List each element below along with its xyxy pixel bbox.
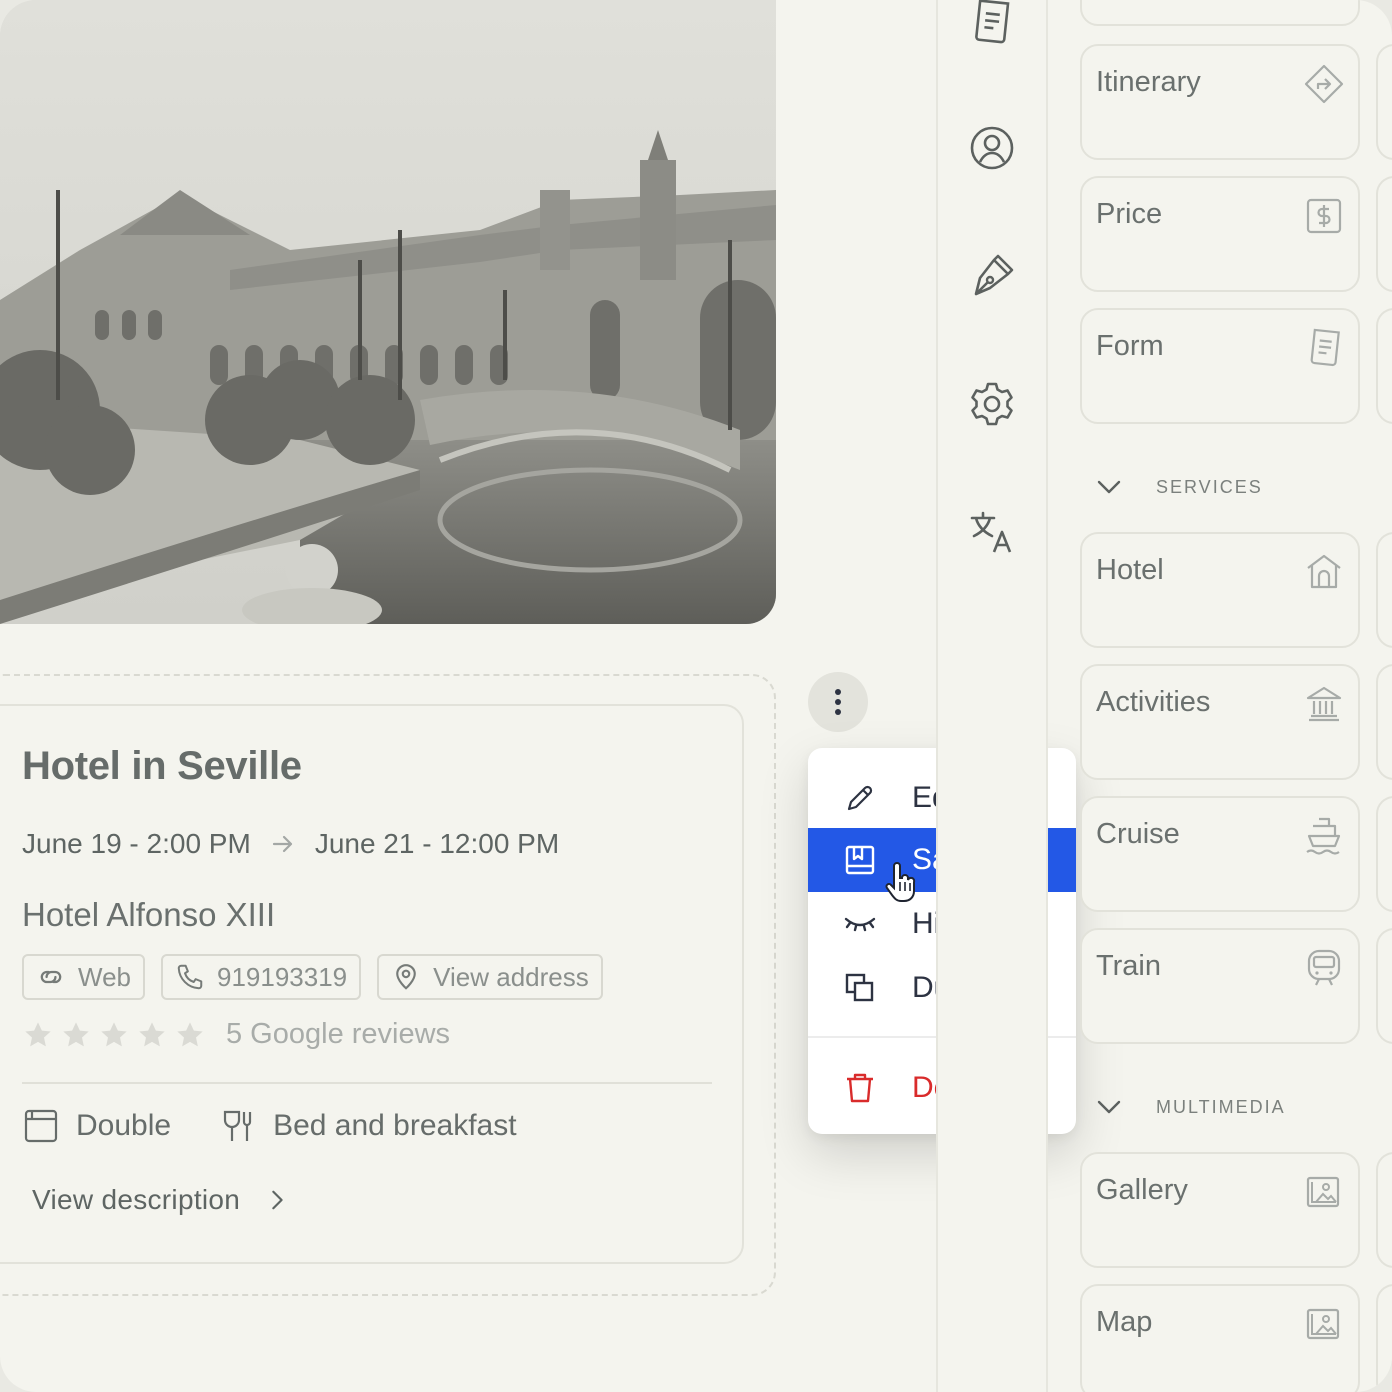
hotel-photo xyxy=(0,0,776,624)
tile-label: Gallery xyxy=(1096,1174,1188,1206)
tile-partial[interactable] xyxy=(1080,0,1360,26)
tile-activities[interactable]: Activities xyxy=(1080,664,1360,780)
star-icon xyxy=(25,1021,51,1046)
star-icon xyxy=(101,1021,127,1046)
tile-edge[interactable] xyxy=(1376,308,1392,424)
tile-edge[interactable] xyxy=(1376,1284,1392,1392)
contact-chips: Web 919193319 View address xyxy=(22,954,603,1000)
hotel-name: Hotel Alfonso XIII xyxy=(22,896,276,933)
tile-gallery[interactable]: Gallery xyxy=(1080,1152,1360,1268)
star-icon xyxy=(177,1021,203,1046)
tile-edge[interactable] xyxy=(1376,928,1392,1044)
tile-label: Train xyxy=(1096,950,1161,982)
stay-dates: June 19 - 2:00 PM June 21 - 12:00 PM xyxy=(22,828,559,860)
tile-price[interactable]: Price xyxy=(1080,176,1360,292)
check-out: June 21 - 12:00 PM xyxy=(314,828,560,859)
gear-icon[interactable] xyxy=(968,380,1016,428)
tile-edge[interactable] xyxy=(1376,1152,1392,1268)
chevron-down-icon xyxy=(1097,1100,1121,1114)
tile-edge[interactable] xyxy=(1376,664,1392,780)
directions-icon xyxy=(1304,64,1344,104)
house-icon xyxy=(1307,554,1341,589)
web-chip[interactable]: Web xyxy=(22,954,145,1000)
builder-canvas: Hotel in Seville June 19 - 2:00 PM June … xyxy=(0,0,1392,1392)
dollar-icon xyxy=(1306,198,1342,234)
tile-form[interactable]: Form xyxy=(1080,308,1360,424)
rating-stars: 5 Google reviews xyxy=(22,1018,450,1051)
tile-label: Hotel xyxy=(1096,554,1164,586)
image-icon xyxy=(1306,1176,1340,1208)
card-divider xyxy=(22,1082,712,1084)
chevron-down-icon xyxy=(1097,480,1121,494)
tile-edge[interactable] xyxy=(1376,176,1392,292)
tile-cruise[interactable]: Cruise xyxy=(1080,796,1360,912)
tile-itinerary[interactable]: Itinerary xyxy=(1080,44,1360,160)
view-description-label: View description xyxy=(32,1184,241,1215)
link-icon xyxy=(40,970,62,984)
tile-edge[interactable] xyxy=(1376,532,1392,648)
tile-label: Itinerary xyxy=(1096,66,1201,98)
tile-label: Cruise xyxy=(1096,818,1180,850)
tile-label: Map xyxy=(1096,1306,1153,1338)
tile-edge[interactable] xyxy=(1376,796,1392,912)
section-multimedia[interactable]: MULTIMEDIA xyxy=(1096,1094,1286,1120)
arrow-right-icon xyxy=(272,835,292,853)
tile-label: Activities xyxy=(1096,686,1211,718)
room-type: Double xyxy=(76,1109,172,1142)
phone-icon xyxy=(177,964,203,990)
tile-edge[interactable] xyxy=(1376,44,1392,160)
plaza-illustration xyxy=(0,0,776,624)
map-pin-icon xyxy=(396,964,416,990)
tile-label: Form xyxy=(1096,330,1164,362)
check-in: June 19 - 2:00 PM xyxy=(22,828,251,859)
address-chip[interactable]: View address xyxy=(377,954,603,1000)
reviews-count[interactable]: 5 Google reviews xyxy=(226,1018,450,1051)
phone-chip[interactable]: 919193319 xyxy=(161,954,362,1000)
tile-label: Price xyxy=(1096,198,1163,230)
duplicate-icon xyxy=(845,973,874,1002)
card-title: Hotel in Seville xyxy=(22,744,302,788)
chevron-right-icon xyxy=(272,1190,283,1210)
eye-closed-icon xyxy=(844,917,876,932)
star-icon xyxy=(139,1021,165,1046)
room-meta: Double Bed and breakfast xyxy=(22,1106,517,1146)
board-type: Bed and breakfast xyxy=(273,1109,517,1142)
bookmark-icon xyxy=(845,845,875,875)
section-services[interactable]: SERVICES xyxy=(1096,474,1263,500)
web-chip-label: Web xyxy=(78,961,131,992)
tile-train[interactable]: Train xyxy=(1080,928,1360,1044)
star-icon xyxy=(63,1021,89,1046)
image-icon xyxy=(1306,1308,1340,1340)
translate-icon[interactable] xyxy=(968,508,1016,556)
tool-rail xyxy=(936,0,1048,1392)
tile-hotel[interactable]: Hotel xyxy=(1080,532,1360,648)
view-description-link[interactable]: View description xyxy=(32,1184,288,1216)
ship-icon xyxy=(1306,817,1341,855)
user-icon[interactable] xyxy=(968,124,1016,172)
more-options-button[interactable] xyxy=(808,672,868,732)
pencil-icon xyxy=(847,785,873,811)
address-chip-label: View address xyxy=(433,961,589,992)
train-icon xyxy=(1307,949,1341,986)
section-services-label: SERVICES xyxy=(1156,476,1263,497)
trash-icon xyxy=(847,1073,873,1103)
kebab-icon xyxy=(835,689,841,715)
cutlery-icon xyxy=(223,1110,252,1141)
form-icon xyxy=(1310,328,1340,367)
phone-chip-label: 919193319 xyxy=(217,961,348,992)
tile-map[interactable]: Map xyxy=(1080,1284,1360,1392)
hand-cursor-icon xyxy=(885,862,916,902)
document-icon[interactable] xyxy=(968,0,1016,48)
pen-nib-icon[interactable] xyxy=(968,252,1016,300)
museum-icon xyxy=(1306,686,1342,722)
bed-icon xyxy=(24,1109,58,1143)
section-multimedia-label: MULTIMEDIA xyxy=(1156,1096,1286,1117)
